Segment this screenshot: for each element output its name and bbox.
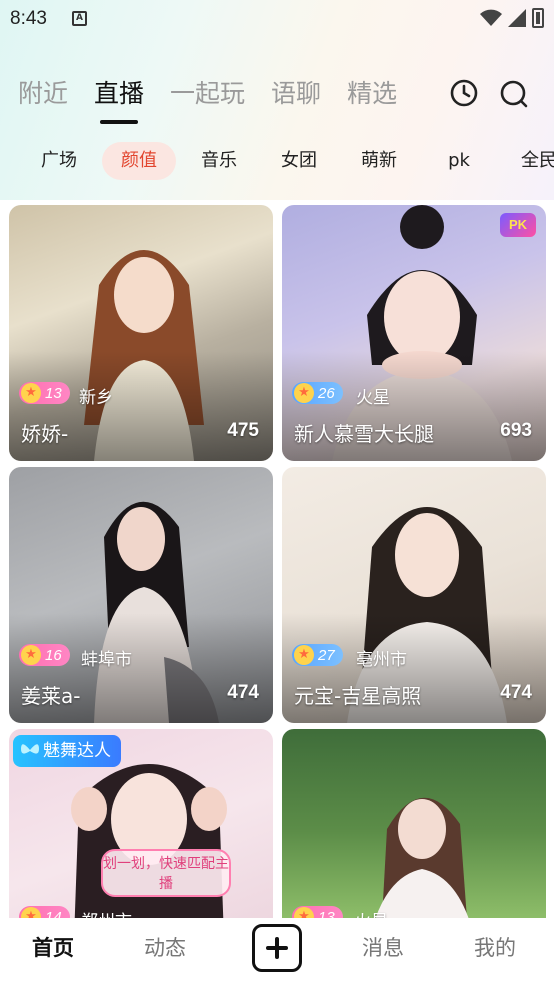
star-icon: ★ [21, 383, 41, 403]
chip-music[interactable]: 音乐 [190, 142, 248, 180]
chip-label: pk [448, 150, 470, 171]
streamer-name: 姜莱a- [21, 684, 81, 708]
signal-icon [508, 9, 526, 27]
tab-featured[interactable]: 精选 [347, 74, 397, 114]
category-chips: 广场 颜值 音乐 女团 萌新 pk 全民 [0, 142, 554, 182]
chip-pk[interactable]: pk [434, 142, 484, 180]
search-icon[interactable] [498, 78, 530, 110]
butterfly-icon [21, 744, 39, 754]
top-tabs: 附近 直播 一起玩 语聊 精选 [18, 74, 423, 124]
history-icon[interactable] [449, 78, 479, 108]
chip-label: 音乐 [201, 150, 237, 171]
swipe-hint-bubble[interactable]: 划一划，快速匹配主播 [101, 849, 231, 897]
chip-girl-group[interactable]: 女团 [270, 142, 328, 180]
star-icon: ★ [294, 383, 314, 403]
chip-label: 全民 [521, 150, 554, 171]
stream-card[interactable]: PK ★ 26 火星 新人慕雪大长腿 693 [282, 205, 546, 461]
level-number: 16 [45, 646, 62, 664]
tab-play-together[interactable]: 一起玩 [170, 74, 245, 114]
level-number: 27 [318, 646, 335, 664]
star-icon: ★ [21, 645, 41, 665]
tab-label: 语聊 [271, 79, 322, 108]
viewer-count: 475 [227, 420, 259, 441]
streamer-name: 元宝-吉星高照 [294, 684, 422, 708]
viewer-count: 474 [500, 682, 532, 703]
active-tab-indicator [100, 120, 139, 124]
tab-label: 一起玩 [170, 79, 246, 108]
chip-label: 萌新 [361, 150, 397, 171]
stream-card[interactable]: ★ 13 新乡 娇娇- 475 [9, 205, 273, 461]
level-number: 13 [45, 384, 62, 402]
stream-card[interactable]: ★ 27 亳州市 元宝-吉星高照 474 [282, 467, 546, 723]
publish-button[interactable] [252, 924, 302, 972]
chip-label: 颜值 [121, 150, 157, 171]
chip-looks[interactable]: 颜值 [102, 142, 176, 180]
tab-voice-chat[interactable]: 语聊 [271, 74, 321, 114]
chip-label: 广场 [41, 150, 77, 171]
tab-label: 附近 [18, 79, 69, 108]
nav-me[interactable]: 我的 [474, 932, 516, 962]
star-icon: ★ [294, 645, 314, 665]
level-badge: ★ 27 [292, 644, 343, 666]
tab-label: 直播 [94, 79, 145, 108]
viewer-count: 693 [500, 420, 532, 441]
dance-badge: 魅舞达人 [13, 735, 121, 767]
stream-city: 火星 [356, 388, 390, 408]
chip-all[interactable]: 全民 [510, 142, 554, 180]
streamer-name: 娇娇- [21, 422, 69, 446]
chip-label: 女团 [281, 150, 317, 171]
tab-nearby[interactable]: 附近 [18, 74, 68, 114]
chip-plaza[interactable]: 广场 [30, 142, 88, 180]
streamer-name: 新人慕雪大长腿 [294, 422, 434, 446]
wifi-icon [480, 9, 502, 26]
level-badge: ★ 13 [19, 382, 70, 404]
stream-card[interactable]: ★ 16 蚌埠市 姜莱a- 474 [9, 467, 273, 723]
badge-label: 魅舞达人 [43, 741, 111, 761]
viewer-count: 474 [227, 682, 259, 703]
stream-city: 蚌埠市 [81, 650, 132, 670]
level-number: 26 [318, 384, 335, 402]
bottom-nav: 首页 动态 消息 我的 [0, 918, 554, 984]
level-badge: ★ 16 [19, 644, 70, 666]
bubble-text: 划一划，快速匹配主播 [103, 856, 229, 892]
battery-icon [532, 8, 544, 28]
system-icons [480, 8, 544, 28]
status-bar: 8:43 A [0, 0, 554, 40]
chip-newbie[interactable]: 萌新 [350, 142, 408, 180]
tab-label: 精选 [347, 79, 398, 108]
nav-feed[interactable]: 动态 [144, 932, 186, 962]
notification-icon: A [72, 11, 87, 26]
nav-messages[interactable]: 消息 [362, 932, 404, 962]
tab-live[interactable]: 直播 [94, 74, 145, 124]
stream-city: 亳州市 [356, 650, 407, 670]
status-time: 8:43 [10, 8, 47, 29]
nav-home[interactable]: 首页 [32, 932, 74, 962]
pk-badge: PK [500, 213, 536, 237]
stream-city: 新乡 [79, 388, 113, 408]
level-badge: ★ 26 [292, 382, 343, 404]
